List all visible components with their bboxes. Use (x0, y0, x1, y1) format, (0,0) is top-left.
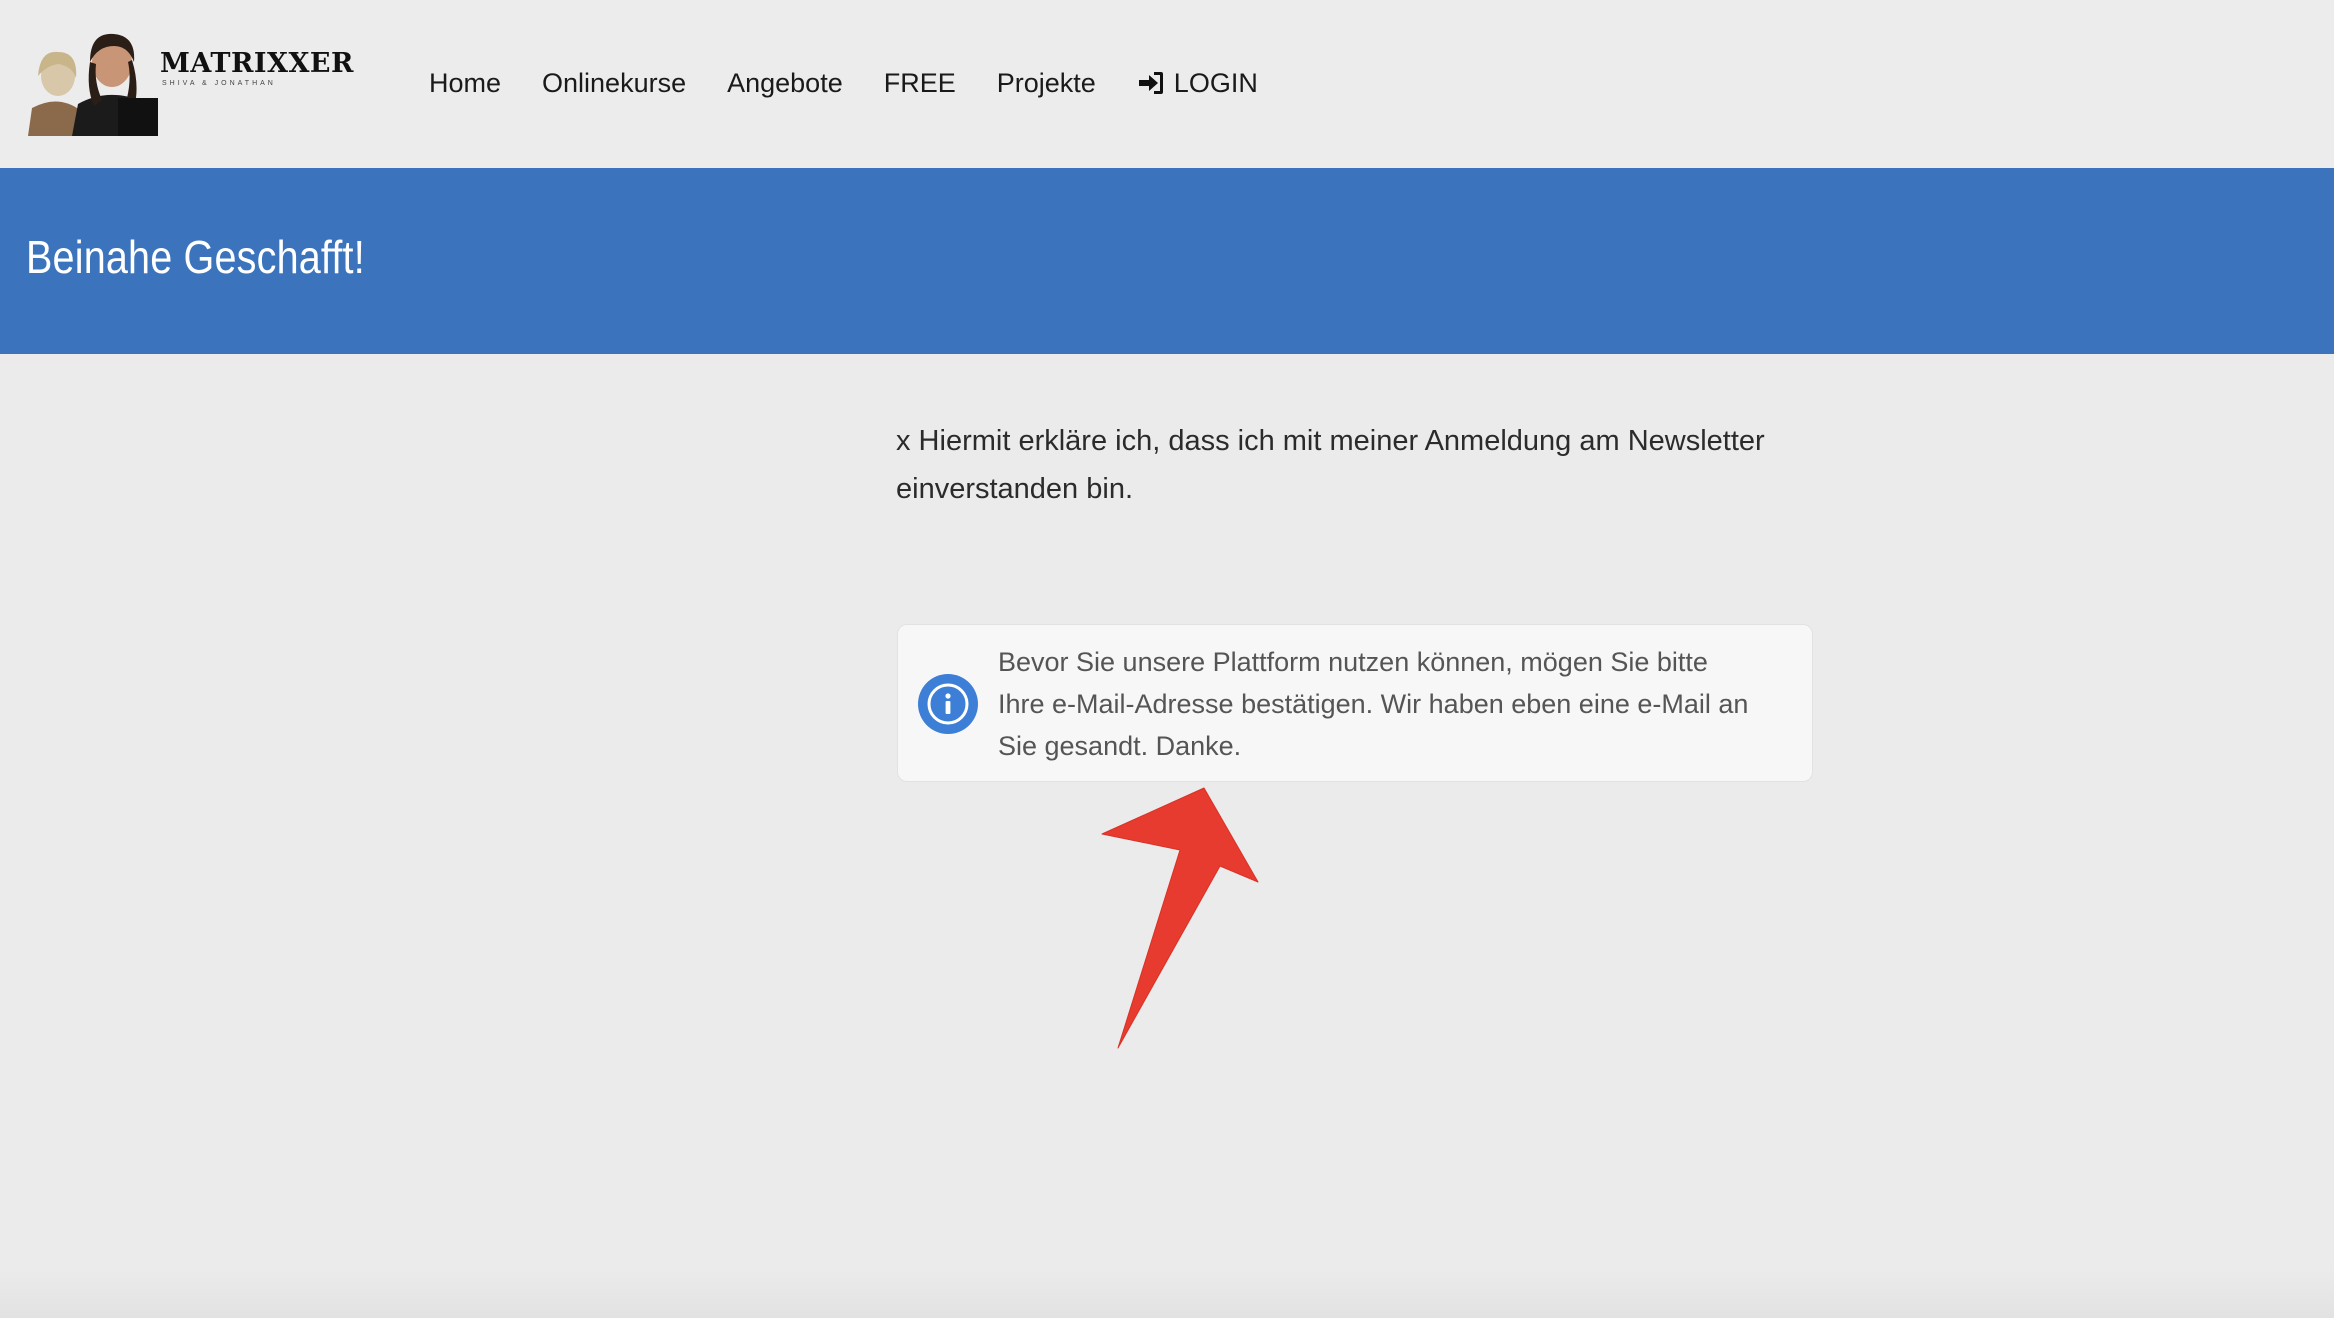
login-label: LOGIN (1173, 67, 1258, 98)
notice-message: Bevor Sie unsere Plattform nutzen können… (998, 647, 1749, 761)
page-title-banner: Beinahe Geschafft! (0, 168, 2334, 354)
founders-photo (28, 33, 158, 136)
newsletter-consent-text: x Hiermit erkläre ich, dass ich mit mein… (896, 425, 1765, 505)
brand-tagline: SHIVA & JONATHAN (162, 80, 276, 87)
page-footer-shade (0, 1270, 2334, 1318)
nav-item-projekte[interactable]: Projekte (997, 68, 1096, 99)
nav-item-onlinekurse[interactable]: Onlinekurse (542, 68, 686, 99)
info-icon (918, 674, 978, 734)
email-confirmation-notice: Bevor Sie unsere Plattform nutzen können… (897, 624, 1813, 782)
brand-name: MATRIXXER (160, 48, 354, 79)
annotation-arrow (1101, 787, 1259, 1049)
main-navigation: Home Onlinekurse Angebote FREE Projekte … (429, 62, 1258, 104)
page-title: Beinahe Geschafft! (26, 231, 365, 283)
nav-item-home[interactable]: Home (429, 68, 501, 99)
nav-item-login[interactable]: LOGIN (1137, 68, 1258, 99)
brand-logo[interactable]: MATRIXXER SHIVA & JONATHAN (28, 28, 353, 138)
site-header: MATRIXXER SHIVA & JONATHAN Home Onlineku… (0, 0, 2334, 168)
nav-item-free[interactable]: FREE (884, 68, 956, 99)
nav-item-angebote[interactable]: Angebote (727, 68, 843, 99)
sign-in-icon (1138, 72, 1163, 94)
